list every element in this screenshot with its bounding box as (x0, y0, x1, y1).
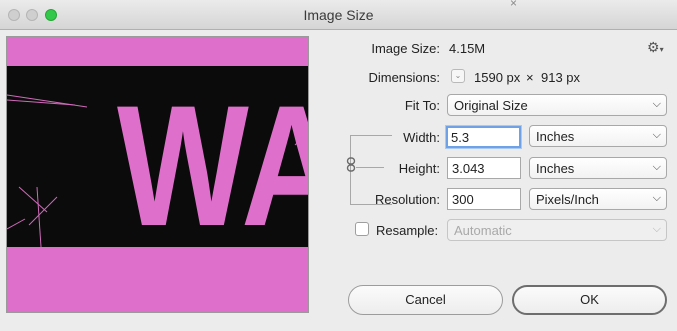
chevron-down-icon: ⌵ (652, 192, 661, 204)
chevron-down-icon: ⌵ (652, 161, 661, 173)
title-bar: Image Size × (0, 0, 677, 30)
resample-checkbox[interactable] (355, 222, 369, 236)
height-unit-select[interactable]: Inches ⌵ (529, 157, 667, 179)
width-label: Width: (403, 130, 440, 145)
resample-method-value: Automatic (454, 223, 512, 238)
image-size-value: 4.15M (449, 41, 486, 56)
preview-image-text: WA (117, 70, 309, 262)
fit-to-select[interactable]: Original Size ⌵ (447, 94, 667, 116)
image-preview[interactable]: WA (6, 36, 309, 313)
dimensions-height: 913 px (541, 70, 581, 85)
width-input[interactable] (446, 126, 521, 148)
resample-method-select[interactable]: Automatic ⌵ (447, 219, 667, 241)
resolution-input[interactable] (447, 188, 521, 210)
dimensions-width: 1590 px (474, 70, 521, 85)
width-unit-select[interactable]: Inches ⌵ (529, 125, 667, 147)
resolution-label: Resolution: (374, 192, 440, 207)
window-title: Image Size (303, 7, 374, 23)
chevron-down-icon: ⌵ (652, 129, 661, 141)
background-tab-close-icon: × (510, 0, 518, 10)
dimensions-label: Dimensions: (368, 70, 440, 85)
fit-to-label: Fit To: (404, 98, 440, 113)
height-label: Height: (398, 161, 440, 176)
height-input[interactable] (447, 157, 521, 179)
resolution-unit-value: Pixels/Inch (536, 192, 599, 207)
chevron-down-icon: ⌵ (652, 98, 661, 110)
width-unit-value: Inches (536, 129, 575, 144)
cancel-button[interactable]: Cancel (348, 285, 503, 315)
ok-button[interactable]: OK (512, 285, 667, 315)
chevron-down-icon[interactable]: ⌄ (451, 69, 465, 83)
gear-icon[interactable]: ⚙▾ (647, 39, 664, 56)
height-unit-value: Inches (536, 161, 575, 176)
dimensions-separator: × (526, 70, 534, 85)
chevron-down-icon: ⌵ (652, 223, 661, 235)
resolution-unit-select[interactable]: Pixels/Inch ⌵ (529, 188, 667, 210)
fit-to-value: Original Size (454, 98, 528, 113)
image-size-dialog: Image Size × WA Image Size: 4.15M ⚙▾ Dim… (0, 0, 677, 331)
preview-image: WA (7, 37, 309, 312)
image-size-label: Image Size: (371, 41, 440, 56)
resample-label[interactable]: Resample: (376, 223, 440, 238)
